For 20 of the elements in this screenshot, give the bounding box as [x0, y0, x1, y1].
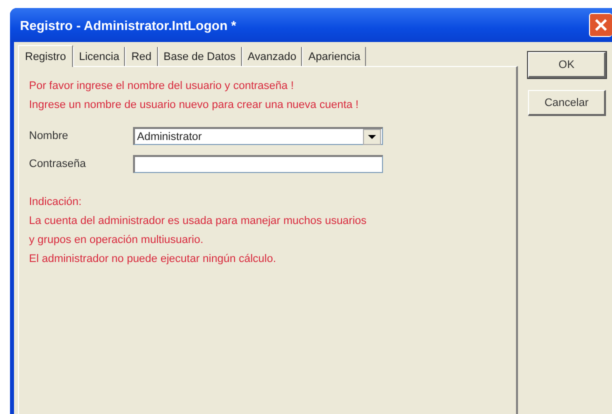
hint-text: y grupos en operación multiusuario. — [29, 233, 204, 248]
tab[interactable]: Avanzado — [242, 47, 302, 66]
window-title: Registro - Administrator.IntLogon * — [20, 18, 236, 32]
instruction-text: Por favor ingrese el nombre del usuario y contraseña ! — [29, 79, 295, 94]
dialog-button[interactable]: Cancelar — [528, 90, 606, 116]
hint-heading: Indicación: — [29, 195, 83, 210]
close-icon[interactable] — [589, 13, 612, 37]
name-dropdown[interactable]: Administrator — [133, 127, 383, 145]
hint-text: El administrador no puede ejecutar ningún cálculo. — [29, 252, 278, 267]
dialog-button[interactable]: OK — [528, 52, 606, 78]
tab[interactable]: Licencia — [72, 47, 126, 66]
hint-text: La cuenta del administrador es usada para manejar muchos usuarios — [29, 214, 368, 229]
tab[interactable]: Registro — [18, 45, 73, 67]
field-label: Contraseña — [29, 158, 87, 170]
field-label: Nombre — [29, 130, 70, 142]
instruction-text: Ingrese un nombre de usuario nuevo para crear una nueva cuenta ! — [29, 98, 360, 113]
tab[interactable]: Red — [125, 47, 158, 66]
tab[interactable]: Base de Datos — [158, 47, 242, 66]
tab[interactable]: Apariencia — [302, 47, 366, 66]
password-field[interactable] — [133, 155, 383, 173]
